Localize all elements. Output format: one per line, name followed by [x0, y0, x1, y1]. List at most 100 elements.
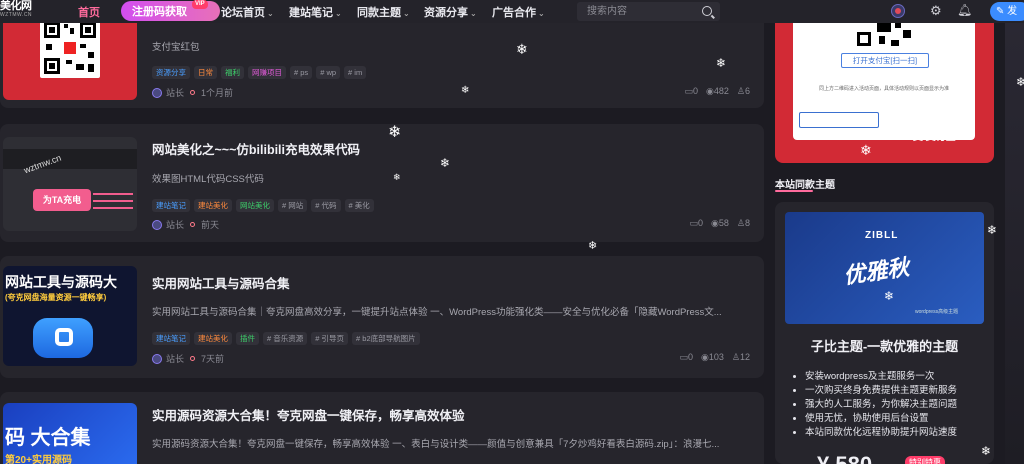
nav-ads[interactable]: 广告合作 ⌄ — [492, 4, 545, 20]
nav-themes-label: 同款主题 — [357, 7, 401, 19]
snowflake-icon: ❄ — [461, 85, 470, 96]
comment-icon: ▭ — [679, 352, 688, 362]
snowflake-icon: ❄ — [440, 156, 451, 170]
thumb-up-icon: ♙ — [736, 218, 745, 228]
tag[interactable]: # im — [344, 66, 367, 79]
bell-icon[interactable]: 🔔︎ — [957, 3, 972, 17]
post-thumbnail[interactable]: 网站工具与源码大 (夸克网盘海量资源一键畅享) — [3, 266, 137, 366]
tag[interactable]: 网站美化 — [236, 199, 274, 212]
post-button[interactable]: ✎ 发 — [990, 2, 1024, 21]
tag[interactable]: # 代码 — [311, 199, 341, 212]
thumb-subtitle: (夸克网盘海量资源一键畅享) — [5, 293, 107, 302]
nav-resources[interactable]: 资源分享 ⌄ — [424, 4, 477, 20]
nav-notes-label: 建站笔记 — [289, 7, 333, 19]
like-count-value: 6 — [744, 86, 750, 96]
comment-count: ▭0 — [690, 218, 704, 229]
post-title[interactable]: 网站美化之~~~仿bilibili充电效果代码 — [152, 139, 360, 158]
tag[interactable]: # ps — [290, 66, 313, 79]
tag[interactable]: # b2底部导航图片 — [352, 332, 420, 345]
alipay-icon: 支 — [913, 132, 923, 143]
step-banner — [799, 112, 879, 128]
post-time: 7天前 — [201, 354, 225, 364]
tag[interactable]: 福利 — [221, 66, 244, 79]
eye-icon: ◉ — [701, 352, 709, 362]
nav-forum[interactable]: 论坛首页 ⌄ — [221, 4, 274, 20]
post-time: 前天 — [201, 220, 220, 230]
tag[interactable]: 建站笔记 — [152, 332, 190, 345]
snowflake-icon: ❄ — [884, 289, 895, 303]
post-thumbnail[interactable]: wztmw.cn 为TA充电 — [3, 137, 137, 231]
chevron-down-icon: ⌄ — [538, 9, 545, 18]
promo-small: wordpress高级主题 — [915, 309, 959, 315]
post-stats: ▭0 ◉58 ♙8 — [690, 218, 751, 229]
charge-line — [93, 207, 133, 209]
view-count-value: 58 — [718, 218, 729, 228]
post-desc: 效果图HTML代码CSS代码 — [152, 174, 264, 185]
tag[interactable]: # 美化 — [344, 199, 374, 212]
post-title[interactable]: 实用网站工具与源码合集 — [152, 273, 290, 292]
search-input[interactable]: 搜索内容 — [577, 2, 720, 21]
tag[interactable]: # 音乐资源 — [263, 332, 308, 345]
qr-caption: 打开支付宝[扫一扫] — [841, 53, 929, 68]
tag[interactable]: # wp — [316, 66, 341, 79]
post-label: 发 — [1007, 6, 1018, 17]
author-name[interactable]: 站长 — [166, 218, 184, 231]
search-icon[interactable] — [702, 6, 712, 16]
author-avatar[interactable] — [152, 219, 162, 230]
feature-item: 强大的人工服务，为你解决主题问题 — [805, 398, 957, 412]
gear-icon[interactable]: ⚙ — [930, 3, 942, 19]
tag[interactable]: # 网站 — [278, 199, 308, 212]
feature-item: 使用无忧，协助使用后台设置 — [805, 412, 957, 426]
charge-line — [93, 200, 133, 202]
theme-card[interactable]: ZIBLL 优雅秋 wordpress高级主题 子比主题-一款优雅的主题 安装w… — [775, 202, 994, 464]
tag[interactable]: # 引导页 — [311, 332, 349, 345]
theme-promo-image[interactable]: ZIBLL 优雅秋 wordpress高级主题 — [785, 212, 984, 324]
comment-icon: ▭ — [689, 218, 699, 228]
post-thumbnail[interactable]: 码 大合集 第20+实用源码 — [3, 403, 137, 464]
theme-title[interactable]: 子比主题-一款优雅的主题 — [775, 336, 994, 355]
comment-count-value: 0 — [693, 86, 699, 96]
chevron-down-icon: ⌄ — [267, 9, 274, 18]
site-logo[interactable]: 美化网 WZTMW.CN — [0, 1, 52, 21]
snowflake-icon: ❄ — [588, 240, 598, 252]
snowflake-icon: ❄ — [388, 124, 402, 141]
like-count: ♙6 — [737, 86, 750, 97]
tag[interactable]: 建站美化 — [194, 332, 232, 345]
dot-icon — [190, 222, 196, 227]
alipay-redpacket-card[interactable]: 打开支付宝[扫一扫] 同上方二维码进入活动页面，具体活动规则以页面显示为准 支 … — [775, 0, 994, 163]
post-desc: 支付宝红包 — [152, 42, 200, 53]
author-name[interactable]: 站长 — [166, 86, 184, 99]
author-avatar[interactable] — [152, 353, 162, 364]
comment-count-value: 0 — [698, 218, 704, 228]
snowflake-icon: ❄ — [1016, 75, 1024, 89]
feature-list: 安装wordpress及主题服务一次 一次购买终身免费提供主题更新服务 强大的人… — [805, 370, 957, 440]
nav-notes[interactable]: 建站笔记 ⌄ — [289, 4, 342, 20]
post-card[interactable]: 码 大合集 第20+实用源码 实用源码资源大合集！夸克网盘一键保存，畅享高效体验… — [0, 392, 764, 464]
author-name[interactable]: 站长 — [166, 352, 184, 365]
dot-icon — [190, 356, 196, 361]
chevron-down-icon: ⌄ — [470, 9, 477, 18]
like-count: ♙8 — [737, 218, 750, 229]
tag[interactable]: 网赚项目 — [248, 66, 286, 79]
nav-themes[interactable]: 同款主题 ⌄ — [357, 4, 410, 20]
sidebar: 打开支付宝[扫一扫] 同上方二维码进入活动页面，具体活动规则以页面显示为准 支 … — [775, 0, 994, 464]
post-stats: ▭0 ◉482 ♙6 — [684, 86, 750, 97]
snowflake-icon: ❄ — [987, 223, 998, 237]
tag[interactable]: 资源分享 — [152, 66, 190, 79]
nav-resources-label: 资源分享 — [424, 7, 468, 19]
price-badge: 特别特惠 — [905, 456, 945, 464]
tag[interactable]: 日常 — [194, 66, 217, 79]
user-avatar[interactable] — [891, 4, 905, 18]
post-card[interactable]: wztmw.cn 为TA充电 网站美化之~~~仿bilibili充电效果代码 效… — [0, 124, 764, 242]
tag[interactable]: 插件 — [236, 332, 259, 345]
post-title[interactable]: 实用源码资源大合集！夸克网盘一键保存，畅享高效体验 — [152, 405, 465, 424]
tag[interactable]: 建站笔记 — [152, 199, 190, 212]
post-tags: 资源分享 日常 福利 网赚项目 # ps # wp # im — [152, 66, 367, 79]
author-avatar[interactable] — [152, 87, 162, 98]
nav-home[interactable]: 首页 — [78, 4, 100, 20]
post-card[interactable]: 网站工具与源码大 (夸克网盘海量资源一键畅享) 实用网站工具与源码合集 实用网站… — [0, 256, 764, 378]
quark-logo-icon — [55, 328, 73, 346]
logo-subtext: WZTMW.CN — [0, 12, 33, 18]
view-count: ◉482 — [706, 86, 729, 97]
tag[interactable]: 建站美化 — [194, 199, 232, 212]
